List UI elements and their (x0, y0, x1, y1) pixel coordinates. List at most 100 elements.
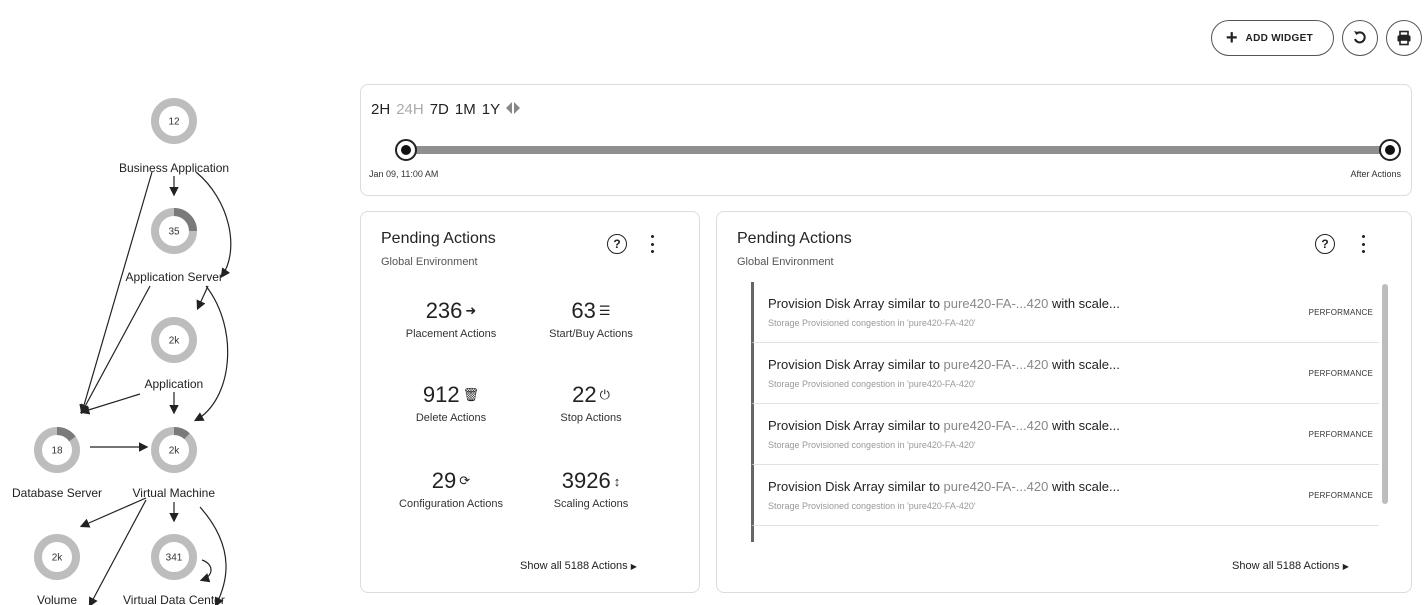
action-description: Storage Provisioned congestion in 'pure4… (768, 318, 976, 328)
stat-label: Configuration Actions (399, 498, 503, 510)
time-range-24h[interactable]: 24H (396, 101, 424, 118)
action-suffix: with scale... (1048, 479, 1120, 494)
edge-bizapp-db (79, 171, 153, 415)
help-icon[interactable]: ? (1315, 234, 1335, 254)
timeline-panel: 2H 24H 7D 1M 1Y Jan 09, 11:00 AM After Actio… (360, 84, 1412, 196)
action-title: Provision Disk Array similar to pure420-… (768, 357, 1120, 372)
action-suffix: with scale... (1048, 296, 1120, 311)
show-all-actions-link[interactable]: Show all 5188 Actions ▶ (520, 560, 637, 572)
node-label: Database Server (12, 486, 103, 500)
donut-ring-icon: 341 (151, 534, 197, 580)
pending-actions-summary-widget: Pending Actions Global Environment ? 236… (360, 211, 700, 593)
action-stat[interactable]: 3926 ↕ Scaling Actions (521, 468, 661, 510)
action-prefix: Provision Disk Array similar to (768, 418, 944, 433)
time-range-1y[interactable]: 1Y (482, 101, 500, 118)
action-category-badge: PERFORMANCE (1308, 308, 1373, 317)
stat-value: 29 (431, 468, 457, 493)
action-row[interactable]: Provision Disk Array similar to pure420-… (751, 465, 1379, 526)
show-all-actions-link[interactable]: Show all 5188 Actions ▶ (1232, 560, 1349, 572)
action-suffix: with scale... (1048, 540, 1120, 542)
action-prefix: Provision Disk Array similar to (768, 479, 944, 494)
caret-right-icon: ▶ (630, 562, 637, 571)
node-count: 2k (52, 553, 64, 564)
more-menu-icon[interactable] (1359, 235, 1367, 253)
timeline-end-label: After Actions (1350, 169, 1401, 179)
top-toolbar: + ADD WIDGET (1210, 20, 1422, 56)
action-title: Provision Disk Array similar to pure420-… (768, 479, 1120, 494)
widget-title: Pending Actions (381, 230, 496, 247)
action-prefix: Provision Disk Array similar to (768, 540, 944, 542)
edge-appserver-app (196, 285, 209, 311)
help-icon[interactable]: ? (607, 234, 627, 254)
action-stat[interactable]: 29 ⟳ Configuration Actions (381, 468, 521, 510)
action-stat[interactable]: 236 ➜ Placement Actions (381, 298, 521, 340)
node-count: 341 (166, 553, 183, 564)
plus-icon: + (1225, 27, 1238, 49)
node-label: Volume (37, 593, 78, 605)
refresh-icon: ⟳ (459, 473, 471, 488)
show-all-label: Show all 5188 Actions (1232, 560, 1340, 572)
node-label: Virtual Machine (132, 486, 216, 500)
action-suffix: with scale... (1048, 357, 1120, 372)
list-icon: ☰ (598, 303, 611, 318)
add-widget-label: ADD WIDGET (1245, 32, 1313, 44)
action-title: Provision Disk Array similar to pure420-… (768, 418, 1120, 433)
list-scrollbar[interactable] (1382, 284, 1388, 504)
action-stat[interactable]: 912 🗑 Delete Actions (381, 382, 521, 424)
action-entity: pure420-FA-...420 (943, 479, 1049, 494)
edge-vm-volume (79, 497, 147, 528)
donut-ring-icon: 12 (151, 98, 197, 144)
action-title: Provision Disk Array similar to pure420-… (768, 296, 1120, 311)
action-category-badge: PERFORMANCE (1308, 430, 1373, 439)
stat-value: 236 (425, 298, 463, 323)
supply-chain: 12 Business Application 35 Application Serv… (0, 80, 345, 605)
action-entity: pure420-FA-...420 (943, 357, 1049, 372)
add-widget-button[interactable]: + ADD WIDGET (1210, 20, 1334, 56)
stat-label: Delete Actions (415, 412, 487, 424)
time-range-7d[interactable]: 7D (430, 101, 449, 118)
donut-ring-icon: 2k (151, 317, 197, 363)
node-count: 35 (168, 227, 180, 238)
print-button[interactable] (1386, 20, 1422, 56)
node-count: 12 (168, 117, 180, 128)
time-range-selector: 2H 24H 7D 1M 1Y (371, 101, 521, 118)
stat-label: Start/Buy Actions (549, 328, 633, 340)
time-range-2h[interactable]: 2H (371, 101, 390, 118)
time-range-1m[interactable]: 1M (455, 101, 476, 118)
action-description: Storage Provisioned congestion in 'pure4… (768, 501, 976, 511)
action-prefix: Provision Disk Array similar to (768, 296, 944, 311)
timeline-end-handle[interactable] (1379, 139, 1401, 161)
action-list: Provision Disk Array similar to pure420-… (751, 282, 1379, 542)
node-count: 18 (51, 446, 63, 457)
widget-title: Pending Actions (737, 230, 852, 247)
donut-ring-icon: 2k (151, 427, 197, 473)
action-row[interactable]: Provision Disk Array similar to pure420-… (751, 282, 1379, 343)
time-range-toggle-icon[interactable] (506, 101, 521, 118)
timeline-start-handle[interactable] (395, 139, 417, 161)
stat-label: Stop Actions (560, 412, 622, 424)
node-label: Application Server (125, 270, 223, 284)
edge-appserver-db (80, 285, 151, 415)
action-row[interactable]: Provision Disk Array similar to pure420-… (751, 404, 1379, 465)
action-stat[interactable]: 63 ☰ Start/Buy Actions (521, 298, 661, 340)
stat-value: 912 (422, 382, 460, 407)
edge-vm-down (199, 506, 227, 605)
action-entity: pure420-FA-...420 (943, 418, 1049, 433)
action-category-badge: PERFORMANCE (1308, 491, 1373, 500)
node-label: Business Application (119, 161, 230, 175)
edge-vm-left (88, 499, 147, 605)
node-label: Application (144, 377, 204, 391)
undo-icon (1354, 31, 1366, 44)
action-row[interactable]: Provision Disk Array similar to pure420-… (751, 526, 1379, 542)
undo-button[interactable] (1342, 20, 1378, 56)
timeline-track[interactable] (407, 146, 1391, 154)
action-stat[interactable]: 22 ⏻ Stop Actions (521, 382, 661, 424)
pending-actions-list-widget: Pending Actions Global Environment ? Pro… (716, 211, 1412, 593)
stat-value: 3926 (561, 468, 611, 493)
action-prefix: Provision Disk Array similar to (768, 357, 944, 372)
edge-bizapp-app (195, 171, 232, 278)
action-row[interactable]: Provision Disk Array similar to pure420-… (751, 343, 1379, 404)
power-icon: ⏻ (599, 387, 610, 402)
printer-icon (1397, 30, 1411, 46)
more-menu-icon[interactable] (648, 235, 656, 253)
